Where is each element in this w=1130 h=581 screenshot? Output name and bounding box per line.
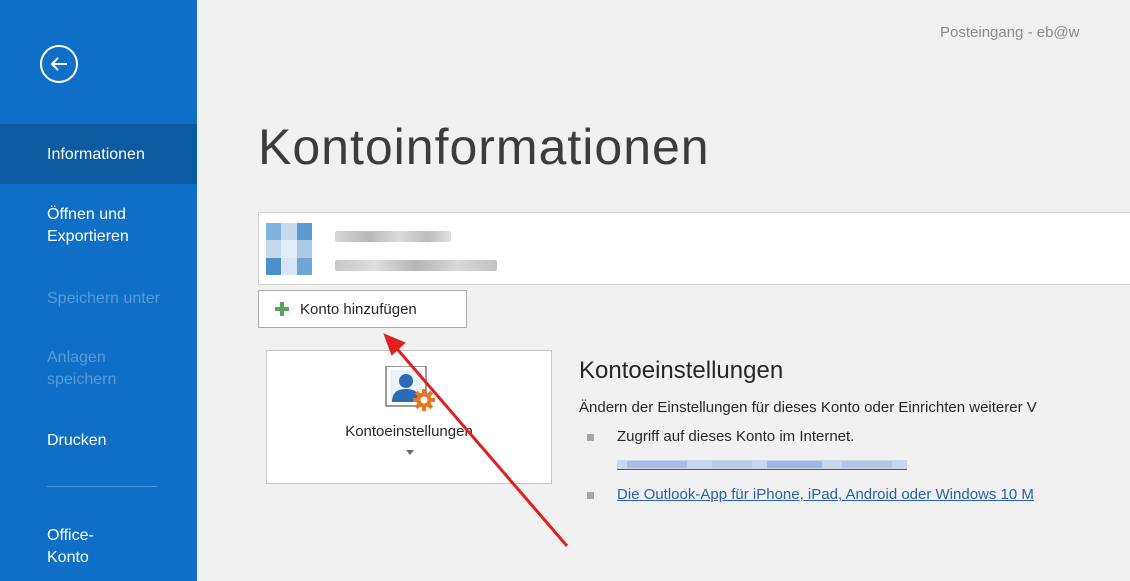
- nav-speichern-unter: Speichern unter: [0, 288, 197, 310]
- account-settings-icon: [385, 366, 435, 411]
- back-button[interactable]: [40, 45, 78, 83]
- backstage-sidebar: Informationen Öffnen und Exportieren Spe…: [0, 0, 197, 581]
- add-account-label: Konto hinzufügen: [300, 300, 417, 318]
- account-avatar-icon: [266, 223, 312, 275]
- account-selector[interactable]: [258, 212, 1130, 285]
- bullet-icon: [587, 492, 594, 499]
- outlook-app-link[interactable]: Die Outlook-App für iPhone, iPad, Androi…: [617, 486, 1034, 503]
- nav-label: Öffnen und Exportieren: [47, 206, 129, 245]
- account-settings-description: Ändern der Einstellungen für dieses Kont…: [579, 399, 1037, 416]
- nav-oeffnen-exportieren[interactable]: Öffnen und Exportieren: [0, 204, 150, 248]
- page-title: Kontoinformationen: [258, 119, 710, 175]
- bullet-icon: [587, 434, 594, 441]
- nav-label: Speichern unter: [47, 290, 160, 307]
- nav-office-konto[interactable]: Office-Konto: [0, 525, 110, 569]
- web-access-link-redacted[interactable]: [617, 458, 907, 470]
- window-title: Posteingang - eb@w: [940, 24, 1080, 41]
- account-settings-heading: Kontoeinstellungen: [579, 357, 784, 384]
- chevron-down-icon: [406, 450, 414, 455]
- nav-drucken[interactable]: Drucken: [0, 430, 197, 452]
- nav-label: Drucken: [47, 432, 107, 449]
- nav-label: Anlagen speichern: [47, 349, 117, 388]
- account-name-redacted: [335, 231, 451, 242]
- nav-label: Informationen: [47, 146, 145, 163]
- nav-anlagen-speichern: Anlagen speichern: [0, 347, 140, 391]
- account-type-redacted: [335, 260, 497, 271]
- nav-informationen[interactable]: Informationen: [0, 124, 197, 184]
- account-settings-button[interactable]: Kontoeinstellungen: [266, 350, 552, 484]
- add-account-button[interactable]: Konto hinzufügen: [258, 290, 467, 328]
- nav-separator: [47, 486, 157, 487]
- web-access-text: Zugriff auf dieses Konto im Internet.: [617, 428, 855, 445]
- account-settings-tile-label: Kontoeinstellungen: [345, 423, 473, 440]
- nav-label: Office-Konto: [47, 527, 94, 566]
- back-arrow-icon: [50, 57, 67, 71]
- plus-icon: [275, 302, 289, 316]
